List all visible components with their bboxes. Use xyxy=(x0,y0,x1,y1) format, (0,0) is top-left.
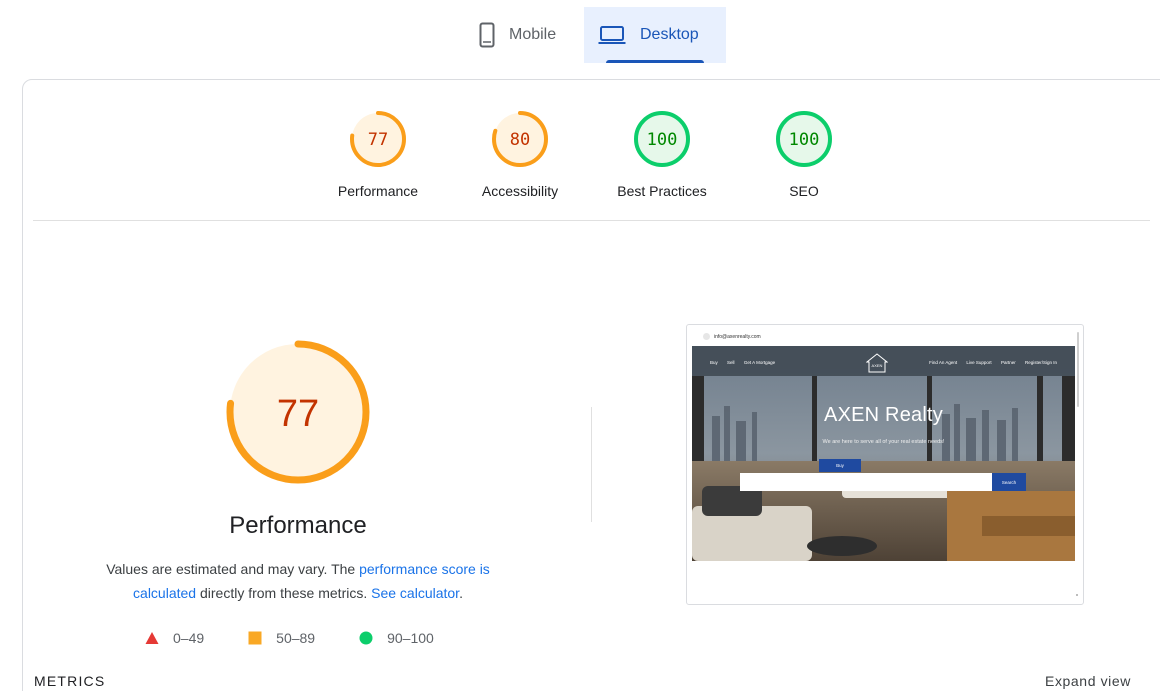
device-tabs: Mobile Desktop xyxy=(465,7,726,63)
thumbnail-nav-right: Find An Agent Live Support Partner Regis… xyxy=(929,360,1065,365)
tab-desktop-label: Desktop xyxy=(640,26,699,43)
thumbnail-scrollbar xyxy=(1077,332,1079,407)
performance-description: Values are estimated and may vary. The p… xyxy=(86,557,510,605)
thumbnail-tagline: We are here to serve all of your real es… xyxy=(822,439,945,445)
gauge-best-practices-label: Best Practices xyxy=(617,183,707,199)
thumbnail-logo: AXEN xyxy=(866,352,888,374)
performance-title: Performance xyxy=(229,512,367,539)
thumbnail-logo-text: AXEN xyxy=(871,363,883,368)
thumbnail-top-bar: info@axenrealty.com xyxy=(703,333,761,340)
tab-desktop[interactable]: Desktop xyxy=(584,7,726,63)
tab-mobile[interactable]: Mobile xyxy=(465,7,584,63)
tab-mobile-label: Mobile xyxy=(509,26,557,43)
legend-fail-range: 0–49 xyxy=(173,630,205,646)
thumbnail-nav-item: Buy xyxy=(710,360,718,365)
avatar xyxy=(703,333,710,340)
thumbnail-hero: Buy Sell Get A Mortgage Find An Agent Li… xyxy=(692,346,1075,561)
legend-pass: 90–100 xyxy=(359,630,434,646)
laptop-icon xyxy=(598,25,626,45)
square-icon xyxy=(248,631,262,645)
thumbnail-scrollbar-end xyxy=(1076,594,1078,596)
performance-gauge: 77 xyxy=(224,338,372,486)
performance-score: 77 xyxy=(277,393,319,435)
thumbnail-search-bar xyxy=(740,473,992,491)
gauge-seo-label: SEO xyxy=(789,183,819,199)
thumbnail-search-button: Search xyxy=(992,473,1026,491)
gauge-accessibility-score: 80 xyxy=(510,130,530,150)
gauge-performance[interactable]: 77 Performance xyxy=(318,109,438,199)
score-legend: 0–49 50–89 90–100 xyxy=(145,628,434,648)
legend-fail: 0–49 xyxy=(145,630,204,646)
thumbnail-nav-item: Live Support xyxy=(966,360,992,365)
hero-photo xyxy=(692,346,1075,561)
description-text: Values are estimated and may vary. The xyxy=(106,561,360,577)
thumbnail-nav-item: Find An Agent xyxy=(929,360,958,365)
thumbnail-buy-tab: Buy xyxy=(819,459,861,472)
triangle-icon xyxy=(145,631,159,645)
gauge-accessibility[interactable]: 80 Accessibility xyxy=(460,109,580,199)
thumbnail-nav-item: Get A Mortgage xyxy=(743,360,776,365)
circle-icon xyxy=(359,631,373,645)
metrics-heading: METRICS xyxy=(34,673,106,689)
gauge-seo[interactable]: 100 SEO xyxy=(744,109,864,199)
phone-icon xyxy=(479,22,495,48)
description-text-2: directly from these metrics. xyxy=(196,585,372,601)
thumbnail-email: info@axenrealty.com xyxy=(714,333,761,340)
vertical-divider xyxy=(591,407,592,522)
description-text-3: . xyxy=(459,585,463,601)
see-calculator-link[interactable]: See calculator xyxy=(371,585,459,601)
expand-view-button[interactable]: Expand view xyxy=(1045,673,1131,689)
thumbnail-nav-item: Partner xyxy=(1000,360,1016,365)
legend-pass-range: 90–100 xyxy=(387,630,434,646)
thumbnail-brand: AXEN Realty xyxy=(824,404,943,426)
gauge-best-practices-score: 100 xyxy=(647,130,678,150)
section-divider xyxy=(33,220,1150,221)
thumbnail-nav-item: Sell xyxy=(727,360,735,365)
gauge-performance-score: 77 xyxy=(368,130,388,150)
thumbnail-nav-left: Buy Sell Get A Mortgage xyxy=(710,360,783,365)
gauge-seo-score: 100 xyxy=(789,130,820,150)
category-gauges: 77 Performance 80 Accessibility 100 Best… xyxy=(0,109,1160,209)
gauge-accessibility-label: Accessibility xyxy=(481,183,559,199)
gauge-performance-label: Performance xyxy=(337,183,419,199)
legend-average: 50–89 xyxy=(248,630,315,646)
page-screenshot[interactable]: info@axenrealty.com Buy Sell Get A Mortg… xyxy=(686,324,1084,605)
thumbnail-nav-item: Register/Sign In xyxy=(1024,360,1057,365)
legend-average-range: 50–89 xyxy=(276,630,316,646)
gauge-best-practices[interactable]: 100 Best Practices xyxy=(602,109,722,199)
